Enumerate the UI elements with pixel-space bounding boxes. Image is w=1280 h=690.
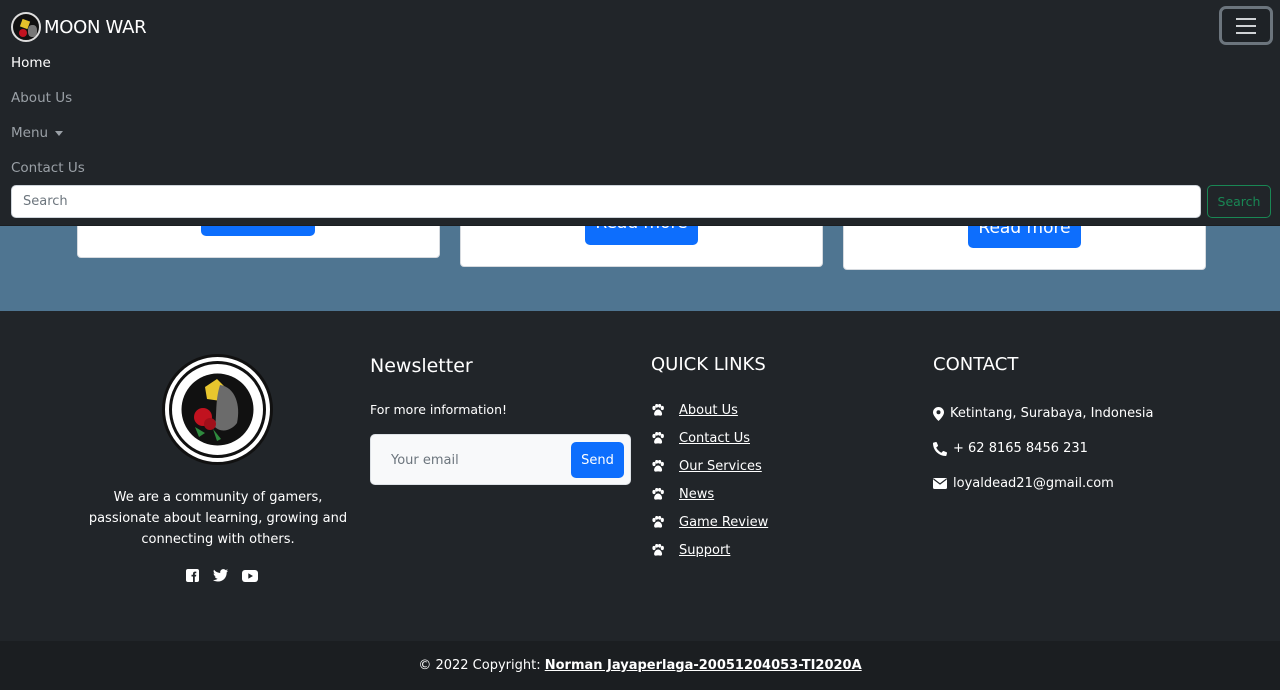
facebook-icon[interactable] (186, 567, 199, 586)
search-button[interactable]: Search (1207, 185, 1271, 218)
newsletter-form: Send (370, 434, 631, 485)
paw-icon (652, 543, 664, 556)
list-item: Contact Us (651, 424, 768, 452)
navbar: MOON WAR Home About Us Menu Contact Us S… (0, 0, 1280, 226)
quick-links-title: QUICK LINKS (651, 354, 766, 375)
about-description: We are a community of gamers, passionate… (88, 490, 348, 547)
envelope-icon (933, 478, 947, 489)
paw-icon (652, 515, 664, 528)
quick-link-game-review[interactable]: Game Review (679, 515, 768, 530)
nav-item-menu-label: Menu (11, 125, 49, 141)
list-item: News (651, 480, 768, 508)
search-input[interactable] (11, 185, 1201, 218)
quick-link-news[interactable]: News (679, 487, 714, 502)
copyright-author-link[interactable]: Norman Jayaperlaga-20051204053-TI2020A (545, 658, 862, 673)
emblem-icon (167, 359, 268, 460)
brand-logo-icon (11, 12, 41, 42)
contact-phone-text: + 62 8165 8456 231 (953, 441, 1088, 456)
newsletter-title: Newsletter (370, 355, 473, 377)
quick-link-our-services[interactable]: Our Services (679, 459, 762, 474)
navbar-toggler-button[interactable] (1219, 6, 1273, 45)
footer: We are a community of gamers, passionate… (0, 311, 1280, 641)
social-links (186, 567, 258, 586)
paw-icon (652, 431, 664, 444)
brand-link[interactable]: MOON WAR (11, 12, 147, 42)
map-marker-icon (933, 406, 944, 421)
nav-item-contact-us[interactable]: Contact Us (11, 160, 85, 176)
contact-phone: + 62 8165 8456 231 (933, 431, 1153, 466)
newsletter-subtitle: For more information! (370, 402, 508, 417)
quick-link-contact-us[interactable]: Contact Us (679, 431, 750, 446)
paw-icon (652, 459, 664, 472)
contact-email-text: loyaldead21@gmail.com (953, 476, 1114, 491)
division-emblem-logo (162, 354, 273, 465)
nav-item-about-us[interactable]: About Us (11, 90, 72, 106)
contact-address-text: Ketintang, Surabaya, Indonesia (950, 406, 1154, 421)
list-item: About Us (651, 396, 768, 424)
paw-icon (652, 487, 664, 500)
quick-link-support[interactable]: Support (679, 543, 730, 558)
caret-down-icon (55, 130, 64, 136)
quick-link-about-us[interactable]: About Us (679, 403, 738, 418)
newsletter-send-button[interactable]: Send (571, 442, 624, 478)
list-item: Our Services (651, 452, 768, 480)
quick-links-list: About Us Contact Us Our Services News Ga… (651, 396, 768, 564)
youtube-icon[interactable] (242, 567, 258, 586)
paw-icon (652, 403, 664, 416)
contact-title: CONTACT (933, 354, 1019, 375)
nav-item-menu-dropdown[interactable]: Menu (11, 125, 64, 141)
contact-address: Ketintang, Surabaya, Indonesia (933, 396, 1153, 431)
twitter-icon[interactable] (213, 567, 228, 586)
hamburger-icon (1236, 18, 1256, 20)
list-item: Game Review (651, 508, 768, 536)
copyright-bar: © 2022 Copyright: Norman Jayaperlaga-200… (0, 641, 1280, 690)
phone-icon (933, 441, 947, 456)
list-item: Support (651, 536, 768, 564)
contact-email: loyaldead21@gmail.com (933, 466, 1153, 501)
nav-item-home[interactable]: Home (11, 55, 51, 71)
copyright-text: © 2022 Copyright: (418, 658, 545, 673)
contact-list: Ketintang, Surabaya, Indonesia + 62 8165… (933, 396, 1153, 501)
brand-name: MOON WAR (44, 16, 147, 38)
newsletter-email-input[interactable] (379, 445, 569, 475)
